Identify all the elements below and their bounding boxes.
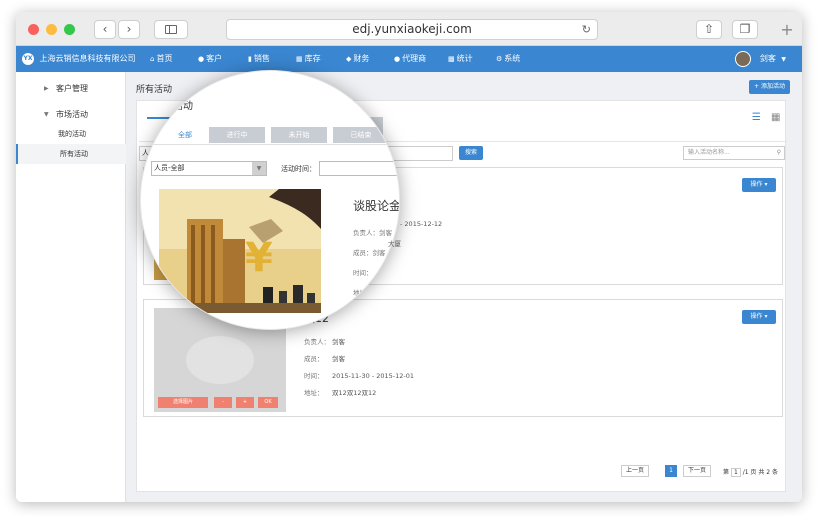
- operation-button[interactable]: 操作 ▾: [742, 178, 776, 192]
- current-page[interactable]: 1: [665, 465, 677, 477]
- nav-item-agent[interactable]: ● 代理商: [394, 46, 426, 72]
- sidebar-group-marketing[interactable]: ▼ 市场活动: [16, 106, 126, 124]
- chevron-down-icon: ▼: [781, 56, 786, 63]
- owner-row: 负责人：剑客: [353, 229, 392, 237]
- page-input[interactable]: 1: [730, 468, 741, 477]
- sidebar-toggle-button[interactable]: [154, 20, 188, 39]
- card1-members-extra: 大厦: [388, 240, 401, 248]
- user-menu[interactable]: 剑客 ▼: [735, 46, 786, 72]
- browser-toolbar: ‹ › edj.yunxiaokeji.com ↻ ⇧ ❐ +: [16, 12, 802, 46]
- zoom-out-button[interactable]: -: [214, 397, 232, 408]
- share-button[interactable]: ⇧: [696, 20, 722, 39]
- time-label: 活动时间：: [281, 165, 316, 173]
- page-info: 第 1 /1 页 共 2 条: [723, 468, 778, 477]
- nav-item-home[interactable]: ⌂ 首页: [150, 46, 172, 72]
- page-title: 所有活动: [136, 85, 173, 95]
- chevron-left-icon: ‹: [102, 22, 108, 36]
- list-view-icon[interactable]: ☰: [752, 113, 762, 123]
- bar-icon: ▩: [448, 55, 455, 63]
- tabs-icon: ❐: [739, 22, 751, 36]
- tab-all[interactable]: 全部: [157, 127, 213, 143]
- address-row: 地址：: [353, 289, 373, 297]
- sidebar: ▶ 客户管理 ▼ 市场活动 我的活动 所有活动: [16, 72, 126, 502]
- magnified-page-title: 所有活动: [153, 101, 193, 112]
- nav-item-sales[interactable]: ▮ 销售: [248, 46, 270, 72]
- money-icon: ◆: [346, 55, 352, 63]
- search-button[interactable]: 搜索: [459, 146, 483, 160]
- address-bar[interactable]: edj.yunxiaokeji.com ↻: [226, 19, 598, 40]
- people-icon: ●: [394, 55, 401, 63]
- home-icon: ⌂: [150, 55, 155, 63]
- person-select[interactable]: 人员-全部 ▼: [151, 161, 267, 176]
- prev-page-button[interactable]: 上一页: [621, 465, 650, 477]
- user-name: 剑客: [759, 54, 776, 63]
- browser-window: ‹ › edj.yunxiaokeji.com ↻ ⇧ ❐ + YX 上海云销信…: [16, 12, 802, 502]
- chevron-down-icon: ▼: [44, 111, 49, 118]
- nav-item-customer[interactable]: ● 客户: [198, 46, 222, 72]
- gear-icon: ⚙: [496, 55, 503, 63]
- divider: [141, 144, 399, 145]
- chart-icon: ▮: [248, 55, 252, 63]
- zoom-in-button[interactable]: +: [236, 397, 254, 408]
- chevron-right-icon: ›: [126, 22, 132, 36]
- logo-icon: YX: [22, 52, 34, 65]
- chevron-down-icon: ▾: [764, 313, 768, 320]
- new-tab-button[interactable]: +: [776, 20, 798, 42]
- brand[interactable]: YX 上海云销信息科技有限公司: [22, 46, 136, 72]
- time-row: 时间： 2015-11-30 - 2015-12-01: [304, 372, 415, 380]
- sidebar-item-my-activities[interactable]: 我的活动: [16, 124, 126, 144]
- url-text: edj.yunxiaokeji.com: [352, 22, 472, 36]
- minimize-window-button[interactable]: [46, 24, 57, 35]
- nav-item-system[interactable]: ⚙ 系统: [496, 46, 520, 72]
- magnifier-overlay: 所有活动 全部 进行中 未开始 已结束 人员-全部 ▼ 活动时间： ¥ 谈股论金…: [140, 70, 400, 330]
- nav-item-inventory[interactable]: ▦ 库存: [296, 46, 321, 72]
- activity-image: ¥: [159, 189, 321, 313]
- sidebar-group-customer[interactable]: ▶ 客户管理: [16, 80, 126, 98]
- chevron-right-icon: ▶: [44, 85, 49, 92]
- box-icon: ▦: [296, 55, 303, 63]
- operation-button[interactable]: 操作 ▾: [742, 310, 776, 324]
- keyword-input[interactable]: 输入活动名称... ⚲: [683, 146, 785, 160]
- grid-view-icon[interactable]: ▦: [771, 113, 781, 123]
- forward-button[interactable]: ›: [118, 20, 140, 39]
- add-activity-button[interactable]: + 添加活动: [749, 80, 790, 94]
- tabs-button[interactable]: ❐: [732, 20, 758, 39]
- avatar: [735, 50, 752, 67]
- chevron-down-icon: ▼: [252, 162, 266, 175]
- members-row: 成员：剑客: [304, 355, 345, 363]
- svg-text:¥: ¥: [245, 235, 273, 281]
- back-button[interactable]: ‹: [94, 20, 116, 39]
- user-icon: ●: [198, 55, 205, 63]
- close-window-button[interactable]: [28, 24, 39, 35]
- finance-illustration: ¥: [159, 189, 321, 313]
- nav-item-finance[interactable]: ◆ 财务: [346, 46, 369, 72]
- brand-name: 上海云销信息科技有限公司: [39, 54, 136, 63]
- activity-title[interactable]: 谈股论金: [353, 197, 399, 214]
- next-page-button[interactable]: 下一页: [683, 465, 712, 477]
- chevron-down-icon: ▾: [764, 181, 768, 188]
- zoom-window-button[interactable]: [64, 24, 75, 35]
- tab-ended[interactable]: 已结束: [333, 127, 389, 143]
- nav-item-stats[interactable]: ▩ 统计: [448, 46, 473, 72]
- time-input[interactable]: [319, 161, 399, 176]
- tab-ongoing[interactable]: 进行中: [209, 127, 265, 143]
- pagination: 上一页 1 下一页 第 1 /1 页 共 2 条: [137, 465, 787, 479]
- address-row: 地址： 双12双12双12: [304, 389, 377, 397]
- sidebar-icon: [165, 25, 177, 34]
- tab-not-started[interactable]: 未开始: [271, 127, 327, 143]
- choose-image-button[interactable]: 选择图片: [158, 397, 208, 408]
- share-icon: ⇧: [703, 22, 715, 36]
- owner-row: 负责人：剑客: [304, 338, 345, 346]
- image-controls: 选择图片 - + OK: [156, 397, 284, 408]
- view-toggle: ☰ ▦: [748, 105, 781, 124]
- app-header: YX 上海云销信息科技有限公司 ⌂ 首页 ● 客户 ▮ 销售 ▦ 库存 ◆ 财务 ● 代理商…: [16, 46, 802, 72]
- sidebar-item-all-activities[interactable]: 所有活动: [16, 144, 126, 164]
- members-row: 成员：剑客: [353, 249, 386, 257]
- time-row: 时间：: [353, 269, 373, 277]
- ok-button[interactable]: OK: [258, 397, 278, 408]
- card1-time-visible: - 2015-12-12: [400, 220, 443, 228]
- search-icon: ⚲: [776, 149, 781, 156]
- reload-icon[interactable]: ↻: [582, 20, 591, 39]
- crop-oval: [186, 336, 254, 384]
